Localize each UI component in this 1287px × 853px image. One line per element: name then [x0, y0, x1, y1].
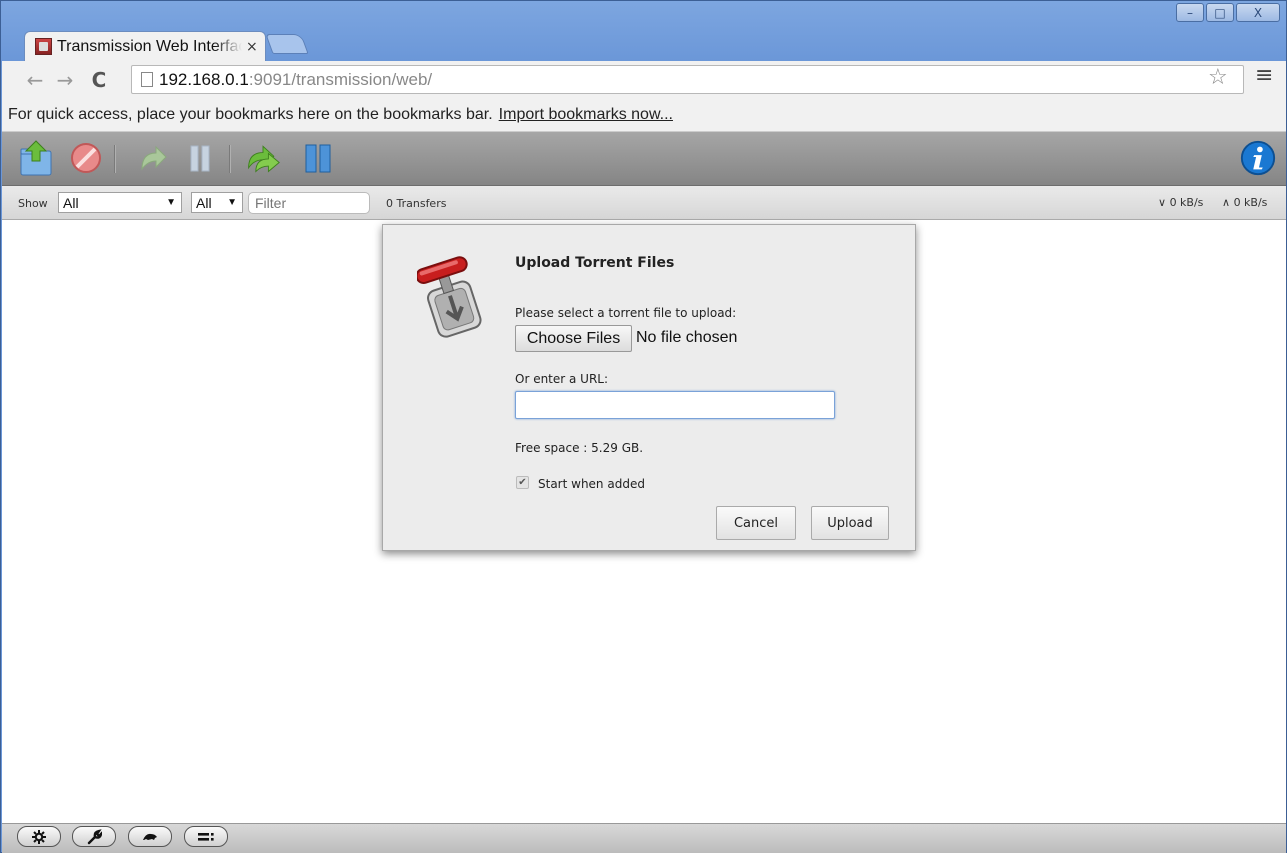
show-label: Show [18, 197, 48, 210]
tracker-filter-select[interactable]: All ▼ [191, 192, 243, 213]
upload-speed: ∧ 0 kB/s [1222, 196, 1267, 209]
pause-icon[interactable] [182, 139, 218, 177]
tab-close-icon[interactable]: × [246, 39, 258, 55]
browser-toolbar: ← → C 192.168.0.1:9091/transmission/web/… [2, 61, 1286, 99]
bookmarks-bar: For quick access, place your bookmarks h… [2, 99, 1286, 132]
dialog-title: Upload Torrent Files [515, 255, 675, 271]
address-bar[interactable]: 192.168.0.1:9091/transmission/web/ [131, 65, 1244, 94]
resume-all-icon[interactable] [245, 139, 281, 177]
bookmark-star-icon[interactable]: ☆ [1208, 65, 1228, 90]
start-when-added-label: Start when added [538, 477, 645, 491]
resume-icon[interactable] [134, 139, 170, 177]
new-tab-button[interactable] [265, 34, 309, 54]
maximize-button[interactable]: □ [1206, 3, 1234, 22]
tab-title: Transmission Web Interface [57, 37, 242, 55]
url-host: 192.168.0.1 [159, 69, 249, 89]
toolbar-separator [229, 145, 231, 173]
open-torrent-icon[interactable] [18, 139, 54, 177]
select-file-label: Please select a torrent file to upload: [515, 306, 737, 320]
choose-files-button[interactable]: Choose Files [515, 325, 632, 352]
url-label: Or enter a URL: [515, 372, 609, 386]
back-arrow-icon[interactable]: ← [22, 68, 48, 92]
transmission-toolbar [2, 132, 1286, 186]
url-path: :9091/transmission/web/ [248, 69, 433, 89]
turtle-mode-button[interactable] [128, 826, 172, 847]
no-file-chosen-text: No file chosen [636, 329, 738, 346]
window-controls: – □ X [1176, 3, 1280, 22]
pause-all-icon[interactable] [300, 139, 336, 177]
state-filter-select[interactable]: All ▼ [58, 192, 182, 213]
upload-arrow-icon: ∧ [1222, 196, 1231, 209]
minimize-button[interactable]: – [1176, 3, 1204, 22]
transmission-logo-icon [417, 256, 482, 338]
download-speed: ∨ 0 kB/s [1158, 196, 1203, 209]
filter-bar: Show All ▼ All ▼ 0 Transfers ∨ 0 kB/s ∧ … [2, 186, 1286, 220]
remove-torrent-icon[interactable] [68, 139, 104, 177]
forward-arrow-icon[interactable]: → [52, 68, 78, 92]
filter-input[interactable] [248, 192, 370, 214]
download-speed-value: 0 kB/s [1169, 196, 1204, 209]
transfers-count: 0 Transfers [386, 197, 447, 210]
cancel-button[interactable]: Cancel [716, 506, 796, 540]
browser-window: – □ X Transmission Web Interface × ← → C… [0, 0, 1287, 853]
list-view-icon [198, 832, 214, 841]
torrent-url-input[interactable] [515, 391, 835, 419]
tracker-filter-value: All [196, 194, 212, 211]
compact-view-button[interactable] [184, 826, 228, 847]
page-icon [141, 72, 153, 87]
download-arrow-icon: ∨ [1158, 196, 1167, 209]
gear-icon [32, 829, 46, 844]
dropdown-arrow-icon: ▼ [227, 197, 237, 208]
turtle-icon [143, 833, 157, 840]
upload-speed-value: 0 kB/s [1233, 196, 1268, 209]
toolbar-separator [114, 145, 116, 173]
bookmarks-hint: For quick access, place your bookmarks h… [8, 106, 493, 123]
free-space-text: Free space : 5.29 GB. [515, 441, 644, 455]
state-filter-value: All [63, 194, 79, 211]
bottom-toolbar [2, 823, 1286, 853]
chrome-menu-icon[interactable]: ≡ [1255, 63, 1273, 88]
info-icon[interactable] [1238, 139, 1278, 177]
wrench-icon [87, 828, 102, 844]
settings-button[interactable] [17, 826, 61, 847]
preferences-button[interactable] [72, 826, 116, 847]
browser-tab[interactable]: Transmission Web Interface × [24, 31, 266, 61]
dropdown-arrow-icon: ▼ [166, 197, 176, 208]
reload-icon[interactable]: C [86, 68, 112, 92]
close-window-button[interactable]: X [1236, 3, 1280, 22]
upload-button[interactable]: Upload [811, 506, 889, 540]
upload-dialog: Upload Torrent Files Please select a tor… [382, 224, 916, 551]
import-bookmarks-link[interactable]: Import bookmarks now... [499, 106, 673, 124]
start-when-added-checkbox[interactable]: ✔ [516, 476, 529, 489]
transmission-favicon-icon [35, 38, 52, 55]
